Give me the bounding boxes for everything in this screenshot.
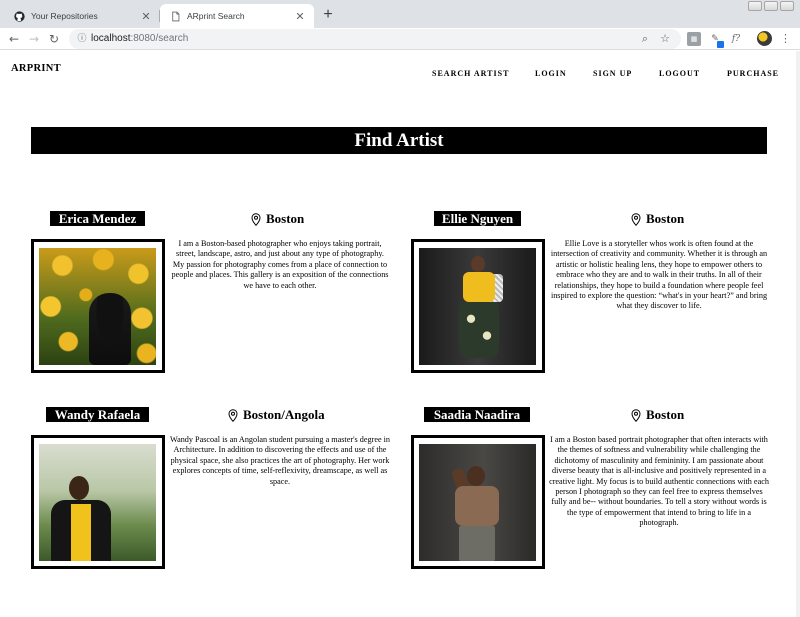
nav-sign-up[interactable]: SIGN UP (593, 69, 632, 78)
url-host: localhost (91, 33, 131, 44)
artist-location: Boston (631, 407, 684, 423)
photo-subject (449, 466, 505, 561)
photo-subject (51, 476, 111, 561)
github-icon (14, 10, 25, 22)
bookmark-star-icon[interactable]: ☆ (657, 31, 673, 47)
location-text: Boston (646, 407, 685, 422)
url-path: :8080/search (130, 33, 189, 44)
new-tab-plus-icon[interactable]: + (319, 6, 337, 24)
location-pin-icon (631, 212, 641, 226)
extension-icon[interactable]: ▦ (687, 32, 701, 46)
artist-photo[interactable] (31, 239, 165, 373)
eyedropper-extension-icon[interactable]: ✎ (708, 32, 724, 48)
zoom-search-icon[interactable]: ⌕ (637, 31, 653, 47)
artist-name[interactable]: Ellie Nguyen (434, 211, 521, 226)
artist-photo[interactable] (31, 435, 165, 569)
photo-subject (89, 293, 131, 365)
back-arrow-icon[interactable]: ← (5, 30, 23, 48)
window-controls (748, 1, 794, 11)
formula-extension-icon[interactable]: f? (728, 32, 744, 46)
address-bar[interactable]: ⓘ localhost:8080/search ⌕ ☆ (69, 29, 681, 49)
page-viewport: ARPRINT SEARCH ARTIST LOGIN SIGN UP LOGO… (0, 51, 800, 617)
artist-bio: I am a Boston based portrait photographe… (549, 435, 769, 528)
artist-bio: I am a Boston-based photographer who enj… (171, 239, 389, 290)
artist-photo[interactable] (411, 239, 545, 373)
close-window-button[interactable] (780, 1, 794, 11)
extension-badge (717, 41, 724, 48)
artist-name[interactable]: Wandy Rafaela (46, 407, 149, 422)
artist-name[interactable]: Erica Mendez (50, 211, 145, 226)
artist-name[interactable]: Saadia Naadira (424, 407, 530, 422)
site-logo[interactable]: ARPRINT (11, 63, 61, 74)
location-pin-icon (228, 408, 238, 422)
minimize-window-button[interactable] (748, 1, 762, 11)
reload-icon[interactable]: ↻ (45, 30, 63, 48)
tab-title: Your Repositories (31, 11, 98, 21)
photo-subject (455, 256, 503, 362)
location-pin-icon (631, 408, 641, 422)
location-pin-icon (251, 212, 261, 226)
profile-avatar[interactable] (757, 31, 772, 46)
photo-image (39, 248, 156, 365)
close-icon[interactable]: ✕ (294, 10, 306, 23)
tab-title: ARprint Search (187, 11, 245, 21)
artist-location: Boston/Angola (228, 407, 325, 423)
artist-bio: Ellie Love is a storyteller whos work is… (550, 239, 768, 311)
nav-search-artist[interactable]: SEARCH ARTIST (432, 69, 509, 78)
browser-tab-arprint-search[interactable]: ARprint Search ✕ (160, 4, 314, 28)
location-text: Boston (646, 211, 685, 226)
artist-location: Boston (631, 211, 684, 227)
browser-tab-repositories[interactable]: Your Repositories ✕ (4, 4, 160, 28)
page-scrollbar[interactable] (796, 51, 800, 617)
photo-image (39, 444, 156, 561)
browser-tab-strip: Your Repositories ✕ ARprint Search ✕ + (0, 0, 800, 28)
maximize-window-button[interactable] (764, 1, 778, 11)
artist-photo[interactable] (411, 435, 545, 569)
page-title: Find Artist (31, 127, 767, 154)
location-text: Boston/Angola (243, 407, 325, 422)
nav-login[interactable]: LOGIN (535, 69, 567, 78)
page-icon (172, 11, 180, 21)
more-vertical-icon[interactable]: ⋮ (780, 31, 791, 47)
location-text: Boston (266, 211, 305, 226)
photo-image (419, 444, 536, 561)
forward-arrow-icon[interactable]: → (25, 30, 43, 48)
nav-purchase[interactable]: PURCHASE (727, 69, 779, 78)
address-url: localhost:8080/search (91, 29, 188, 49)
artist-location: Boston (251, 211, 304, 227)
close-icon[interactable]: ✕ (140, 10, 152, 23)
info-icon[interactable]: ⓘ (75, 32, 89, 46)
artist-bio: Wandy Pascoal is an Angolan student purs… (170, 435, 391, 486)
nav-logout[interactable]: LOGOUT (659, 69, 700, 78)
browser-toolbar: ← → ↻ ⓘ localhost:8080/search ⌕ ☆ ▦ ✎ f?… (0, 28, 800, 50)
photo-image (419, 248, 536, 365)
